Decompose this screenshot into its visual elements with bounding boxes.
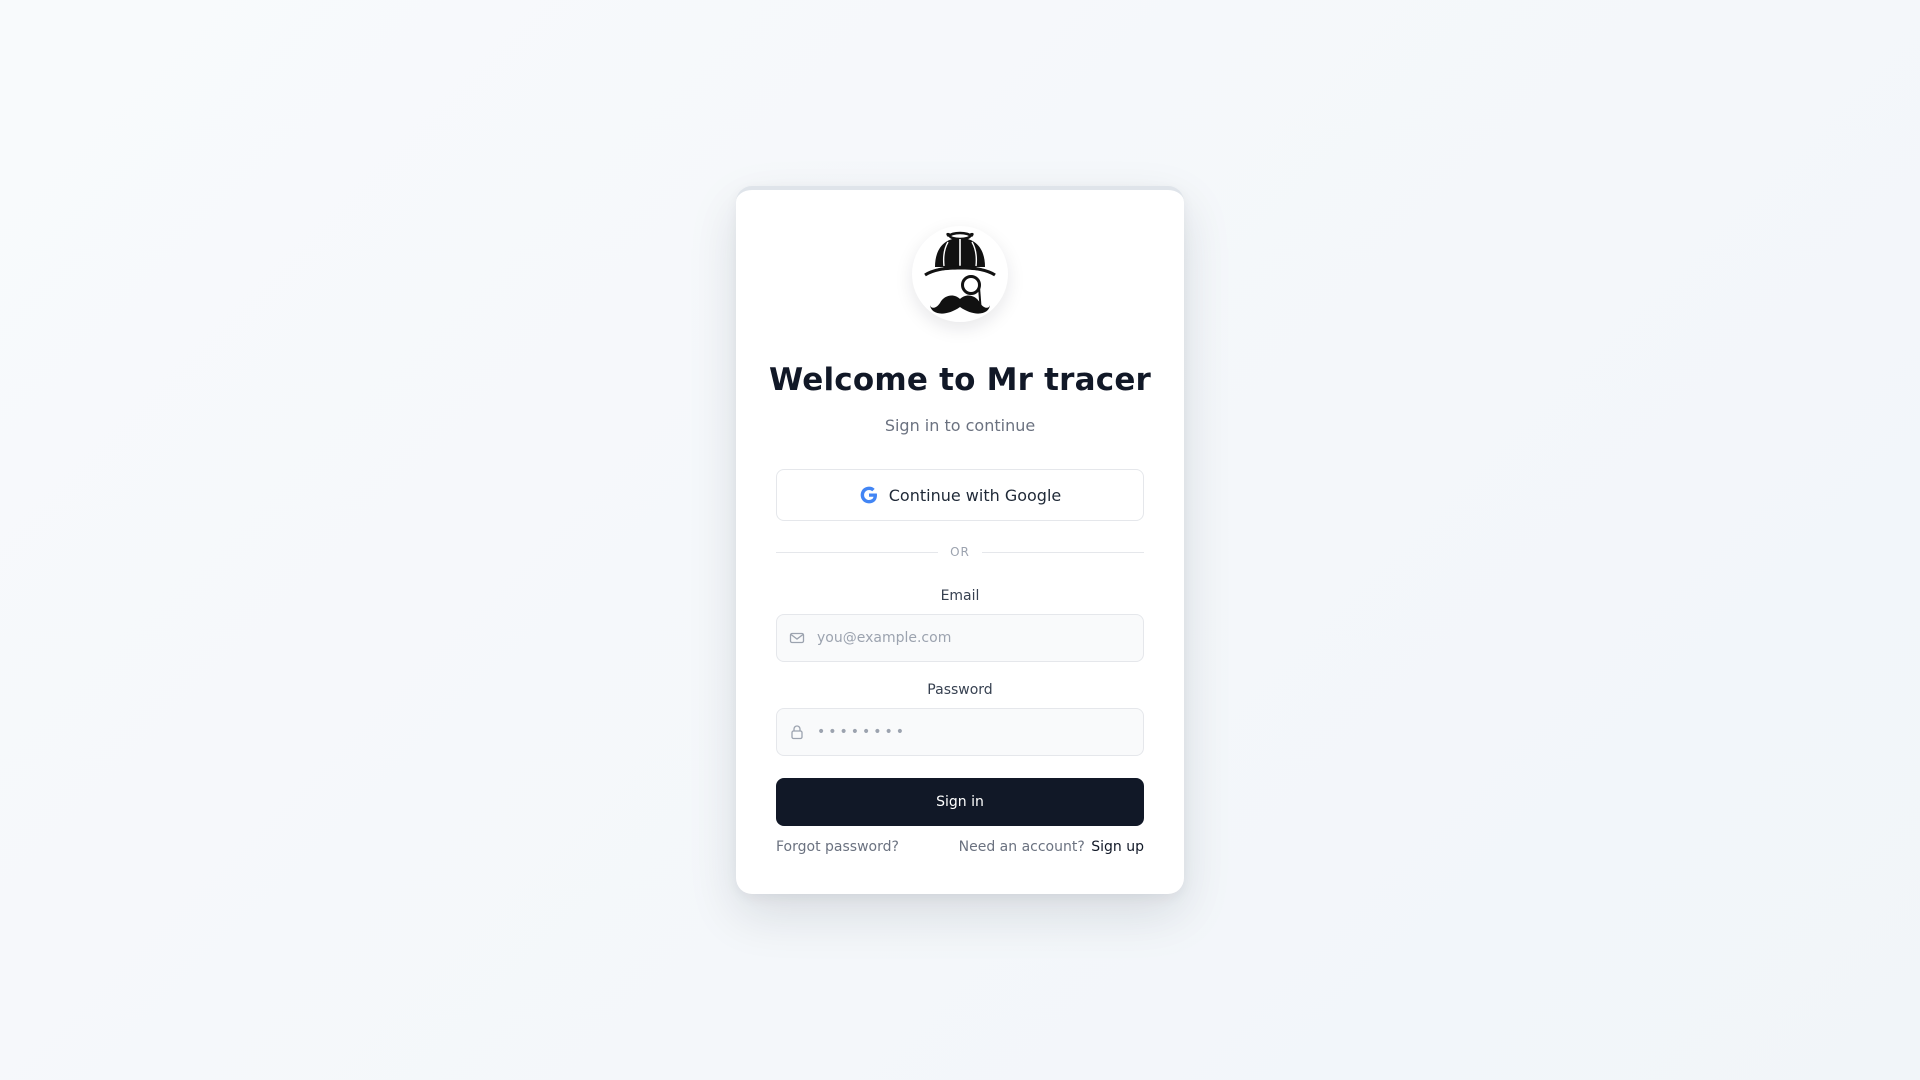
google-signin-button[interactable]: Continue with Google	[776, 469, 1144, 521]
login-card: Welcome to Mr tracer Sign in to continue…	[736, 186, 1184, 894]
signup-prompt-text: Need an account?	[958, 839, 1085, 855]
signup-prompt-group: Need an account? Sign up	[959, 839, 1144, 855]
email-input[interactable]	[805, 615, 1143, 661]
detective-mascot-icon	[924, 231, 996, 314]
password-field-wrapper[interactable]	[776, 708, 1144, 756]
email-label: Email	[940, 588, 980, 604]
sign-in-button[interactable]: Sign in	[776, 778, 1144, 826]
password-label: Password	[927, 682, 993, 698]
google-button-label: Continue with Google	[888, 485, 1062, 505]
auth-footer-links: Forgot password? Need an account? Sign u…	[776, 839, 1144, 855]
page-subtitle: Sign in to continue	[884, 416, 1036, 435]
divider-text: OR	[950, 545, 970, 559]
lock-icon	[791, 725, 803, 740]
or-divider: OR	[776, 544, 1145, 560]
google-g-icon	[860, 486, 877, 504]
mail-icon	[789, 632, 805, 644]
forgot-password-link[interactable]: Forgot password?	[776, 839, 899, 855]
divider-line-left	[776, 551, 939, 553]
divider-line-right	[981, 551, 1145, 553]
page-title: Welcome to Mr tracer	[768, 362, 1152, 398]
sign-up-link[interactable]: Sign up	[1091, 839, 1144, 855]
password-input[interactable]	[805, 709, 1143, 755]
logo-badge	[912, 226, 1008, 322]
email-field-wrapper[interactable]	[776, 614, 1144, 662]
